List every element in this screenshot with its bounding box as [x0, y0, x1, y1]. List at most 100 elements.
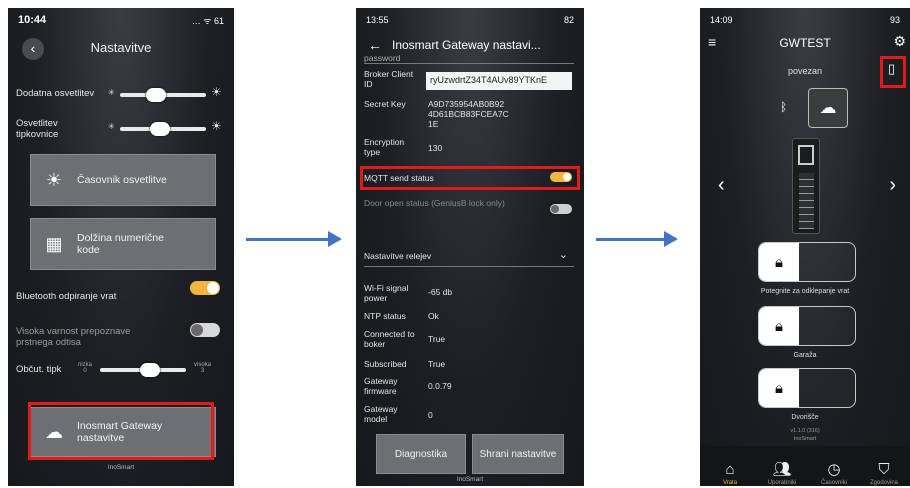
nav-timers-label: Časovniki: [820, 480, 847, 486]
secret-key-value: A9D735954AB0B92 4D61BCB83FCEA7C 1E: [428, 99, 509, 129]
sun-large-icon: ☀: [211, 85, 222, 99]
flow-arrow-head: [664, 231, 678, 247]
slider-knob[interactable]: [149, 122, 170, 136]
back-arrow-icon[interactable]: ←: [368, 37, 382, 53]
connected-label: Connected to boker: [364, 329, 415, 349]
high-security-toggle[interactable]: [190, 323, 220, 337]
cloud-icon: ☁: [819, 98, 837, 117]
sensitivity-high-value: 3: [200, 368, 205, 374]
cloud-button[interactable]: ☁: [808, 88, 848, 128]
diagnostics-button[interactable]: Diagnostika: [376, 434, 466, 474]
keypad-light-label: Osvetlitev tipkovnice: [16, 118, 59, 141]
chevron-left-icon[interactable]: ‹: [718, 174, 725, 197]
connection-status: povezan: [787, 66, 823, 76]
status-time: 10:44: [18, 14, 47, 26]
light-timer-button[interactable]: ☀ Časovnik osvetlitve: [30, 154, 216, 206]
code-length-label: Dolžina numerične kode: [77, 232, 164, 256]
status-bar: 13:55 82: [356, 8, 584, 32]
page-title: Nastavitve: [90, 40, 152, 55]
lock3-caption: Dvorišče: [791, 414, 819, 421]
subscribed-value: True: [428, 359, 446, 369]
lock-icon: 🔒︎: [759, 369, 799, 407]
broker-client-id-input[interactable]: ryUzwdrtZ34T4AUv89YTKnE: [426, 72, 572, 90]
nav-history-label: Zgodovina: [869, 480, 899, 486]
version-label: v1.1.0 (316): [790, 428, 820, 434]
lock-slider-yard[interactable]: 🔒︎: [758, 368, 856, 408]
page-title: Inosmart Gateway nastavi...: [392, 38, 541, 52]
nav-doors-label: Vrata: [722, 480, 738, 486]
toggle-thumb: [191, 324, 203, 336]
divider: [364, 266, 574, 267]
door-status-label: Door open status (GeniusB lock only): [364, 198, 505, 208]
bottom-nav: ⌂ Vrata 👥︎ Uporabniki ◷ Časovniki ⛉ Zgod…: [700, 446, 910, 486]
nav-users[interactable]: 👥︎ Uporabniki: [756, 460, 808, 486]
toggle-thumb: [551, 205, 559, 213]
secret-key-label: Secret Key: [364, 99, 406, 109]
wifi-value: -65 db: [428, 287, 453, 297]
lock2-caption: Garaža: [793, 352, 817, 359]
light-timer-label: Časovnik osvetlitve: [77, 174, 167, 186]
device-sensor: [798, 145, 814, 165]
status-bar: 10:44 … ᯤ 61: [8, 8, 234, 32]
sensitivity-slider[interactable]: [100, 363, 186, 377]
sensitivity-low-value: 0: [83, 368, 87, 374]
gear-icon[interactable]: ⚙: [893, 33, 906, 50]
highlight-box: [28, 402, 214, 460]
device-header: ≡ GWTEST ⚙: [700, 32, 910, 56]
chevron-right-icon[interactable]: ›: [889, 174, 896, 197]
sensitivity-high-label: visoka 3: [194, 362, 211, 374]
high-security-label: Visoka varnost prepoznave prstnega odtis…: [16, 326, 131, 349]
lock-slider-garage[interactable]: 🔒︎: [758, 306, 856, 346]
history-icon: ⛉: [878, 461, 890, 478]
connected-value: True: [428, 334, 446, 344]
door-icon[interactable]: ▯: [888, 61, 895, 77]
bluetooth-toggle[interactable]: [190, 281, 220, 295]
relay-dropdown-label[interactable]: Nastavitve relejev: [364, 251, 431, 262]
save-settings-button[interactable]: Shrani nastavitve: [472, 434, 564, 474]
flow-arrow: [596, 238, 666, 241]
status-icons: … ᯤ 61: [191, 15, 224, 26]
ntp-value: Ok: [428, 311, 439, 321]
page-title: GWTEST: [779, 36, 831, 50]
firmware-label: Gateway firmware: [364, 376, 398, 396]
phone-settings-screen: 10:44 … ᯤ 61 ‹ Nastavitve Dodatna osvetl…: [8, 8, 234, 486]
brand-footer: InoSmart: [456, 476, 484, 483]
chevron-down-icon[interactable]: ⌄: [559, 248, 568, 261]
keypad-device-image: [792, 138, 820, 234]
lock-icon: 🔒︎: [759, 307, 799, 345]
device-keypad: [799, 173, 814, 229]
phone-gateway-settings-screen: 13:55 82 ← Inosmart Gateway nastavi... p…: [356, 8, 584, 486]
divider: [364, 63, 574, 64]
bluetooth-icon: ᛒ: [780, 100, 788, 114]
lock-slider-main[interactable]: 🔒︎: [758, 242, 856, 282]
status-icons: 82: [563, 15, 574, 25]
nav-history[interactable]: ⛉ Zgodovina: [858, 461, 910, 486]
sun-large-icon: ☀: [211, 119, 222, 133]
door-status-toggle[interactable]: [550, 204, 572, 214]
extra-light-slider[interactable]: [120, 88, 206, 102]
sun-small-icon: ✳: [108, 122, 115, 131]
wifi-label: Wi-Fi signal power: [364, 283, 409, 303]
nav-doors[interactable]: ⌂ Vrata: [704, 461, 756, 486]
flow-arrow-head: [328, 231, 342, 247]
users-icon: 👥︎: [772, 461, 792, 478]
sun-small-icon: ✳: [108, 88, 115, 97]
timers-icon: ◷: [827, 461, 841, 478]
settings-header: ‹ Nastavitve: [8, 36, 234, 64]
firmware-value: 0.0.79: [428, 381, 452, 391]
model-value: 0: [428, 410, 433, 420]
sensitivity-label: Občut. tipk: [16, 364, 62, 375]
slider-knob[interactable]: [139, 363, 160, 377]
nav-timers[interactable]: ◷ Časovniki: [808, 460, 860, 486]
lock-icon: 🔒︎: [759, 243, 799, 281]
code-length-button[interactable]: ▦ Dolžina numerične kode: [30, 218, 216, 270]
brand-footer: InoSmart: [107, 464, 135, 471]
highlight-box: ▯: [880, 56, 906, 88]
keypad-light-slider[interactable]: [120, 122, 206, 136]
toggle-thumb: [207, 282, 219, 294]
home-icon: ⌂: [725, 461, 735, 478]
slider-knob[interactable]: [146, 88, 167, 102]
sun-icon: ☀: [45, 169, 63, 190]
highlight-box: [360, 166, 580, 190]
lock1-caption: Potegnite za odklepanje vrat: [760, 288, 850, 295]
